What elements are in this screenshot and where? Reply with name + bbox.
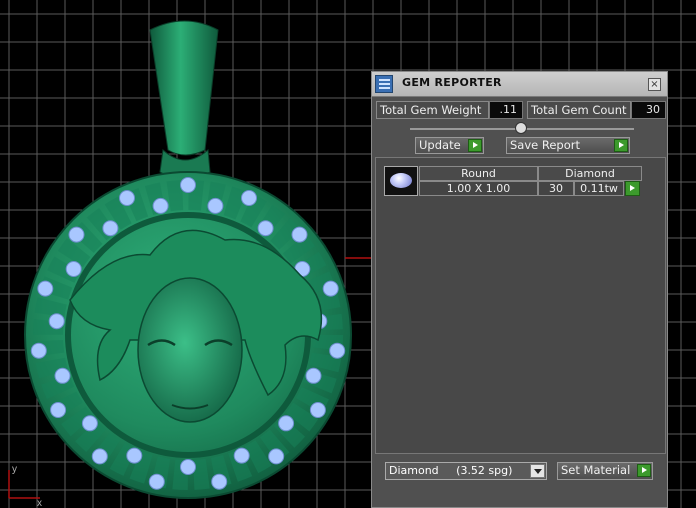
report-slider-knob[interactable] [515, 122, 527, 134]
gem-material-header: Diamond [538, 166, 642, 181]
panel-title: GEM REPORTER [402, 76, 502, 89]
material-dropdown-value: Diamond (3.52 spg) [389, 464, 513, 477]
gem-stone [50, 402, 67, 418]
gem-size-cell: 1.00 X 1.00 [419, 181, 538, 196]
total-gem-count-label: Total Gem Count [527, 101, 631, 119]
gem-stone [68, 226, 85, 243]
gem-list[interactable]: Round Diamond 1.00 X 1.00 30 0.11tw [375, 157, 666, 454]
play-arrow-icon [468, 139, 482, 152]
gem-stone [241, 190, 257, 206]
gem-weight-cell: 0.11tw [574, 181, 624, 196]
set-material-button-label: Set Material [561, 463, 631, 477]
gem-reporter-titlebar[interactable]: GEM REPORTER × [372, 72, 667, 97]
gem-stone [152, 197, 169, 214]
chevron-down-icon[interactable] [530, 464, 545, 478]
set-material-button[interactable]: Set Material [557, 462, 653, 480]
gem-shape-header: Round [419, 166, 538, 181]
gem-reporter-panel: GEM REPORTER × Total Gem Weight .11 Tota… [371, 71, 668, 508]
gem-stone [65, 261, 82, 277]
gem-count-cell: 30 [538, 181, 574, 196]
gem-stone [30, 342, 47, 359]
gem-stone [329, 342, 346, 359]
gem-stone [102, 220, 119, 237]
total-gem-weight-value: .11 [489, 101, 523, 119]
material-dropdown[interactable]: Diamond (3.52 spg) [385, 462, 547, 480]
gem-stone [211, 473, 228, 490]
gem-stone [309, 402, 326, 418]
save-report-button-label: Save Report [510, 138, 581, 152]
gem-stone [322, 280, 339, 297]
gem-reporter-icon [375, 75, 393, 93]
close-icon[interactable]: × [648, 78, 661, 91]
gem-stone [126, 447, 143, 464]
gem-stone [81, 415, 98, 432]
total-gem-count-value: 30 [631, 101, 666, 119]
medusa-face [137, 277, 243, 423]
gem-row-arrow-icon[interactable] [625, 181, 640, 196]
gem-stone [37, 280, 54, 297]
gem-stone [305, 367, 322, 384]
gem-stone [148, 473, 165, 490]
gem-stone [207, 197, 224, 214]
gem-stone [257, 220, 274, 237]
gem-stone [291, 226, 308, 243]
gem-stone [180, 459, 196, 475]
update-button[interactable]: Update [415, 137, 484, 154]
update-button-label: Update [419, 138, 461, 152]
gem-stone [268, 448, 285, 465]
play-arrow-icon [614, 139, 628, 152]
gem-stone [278, 415, 295, 432]
total-gem-weight-label: Total Gem Weight [376, 101, 489, 119]
gem-stone [180, 177, 196, 193]
gem-stone [54, 367, 71, 384]
play-arrow-icon [637, 464, 651, 477]
gem-stone [233, 447, 250, 464]
round-diamond-icon[interactable] [384, 166, 418, 196]
gem-stone [48, 313, 65, 330]
axis-x-label: x [37, 498, 42, 508]
axis-y-label: y [12, 464, 17, 475]
gem-stone [119, 190, 135, 206]
save-report-button[interactable]: Save Report [506, 137, 630, 154]
gem-stone [91, 448, 108, 465]
